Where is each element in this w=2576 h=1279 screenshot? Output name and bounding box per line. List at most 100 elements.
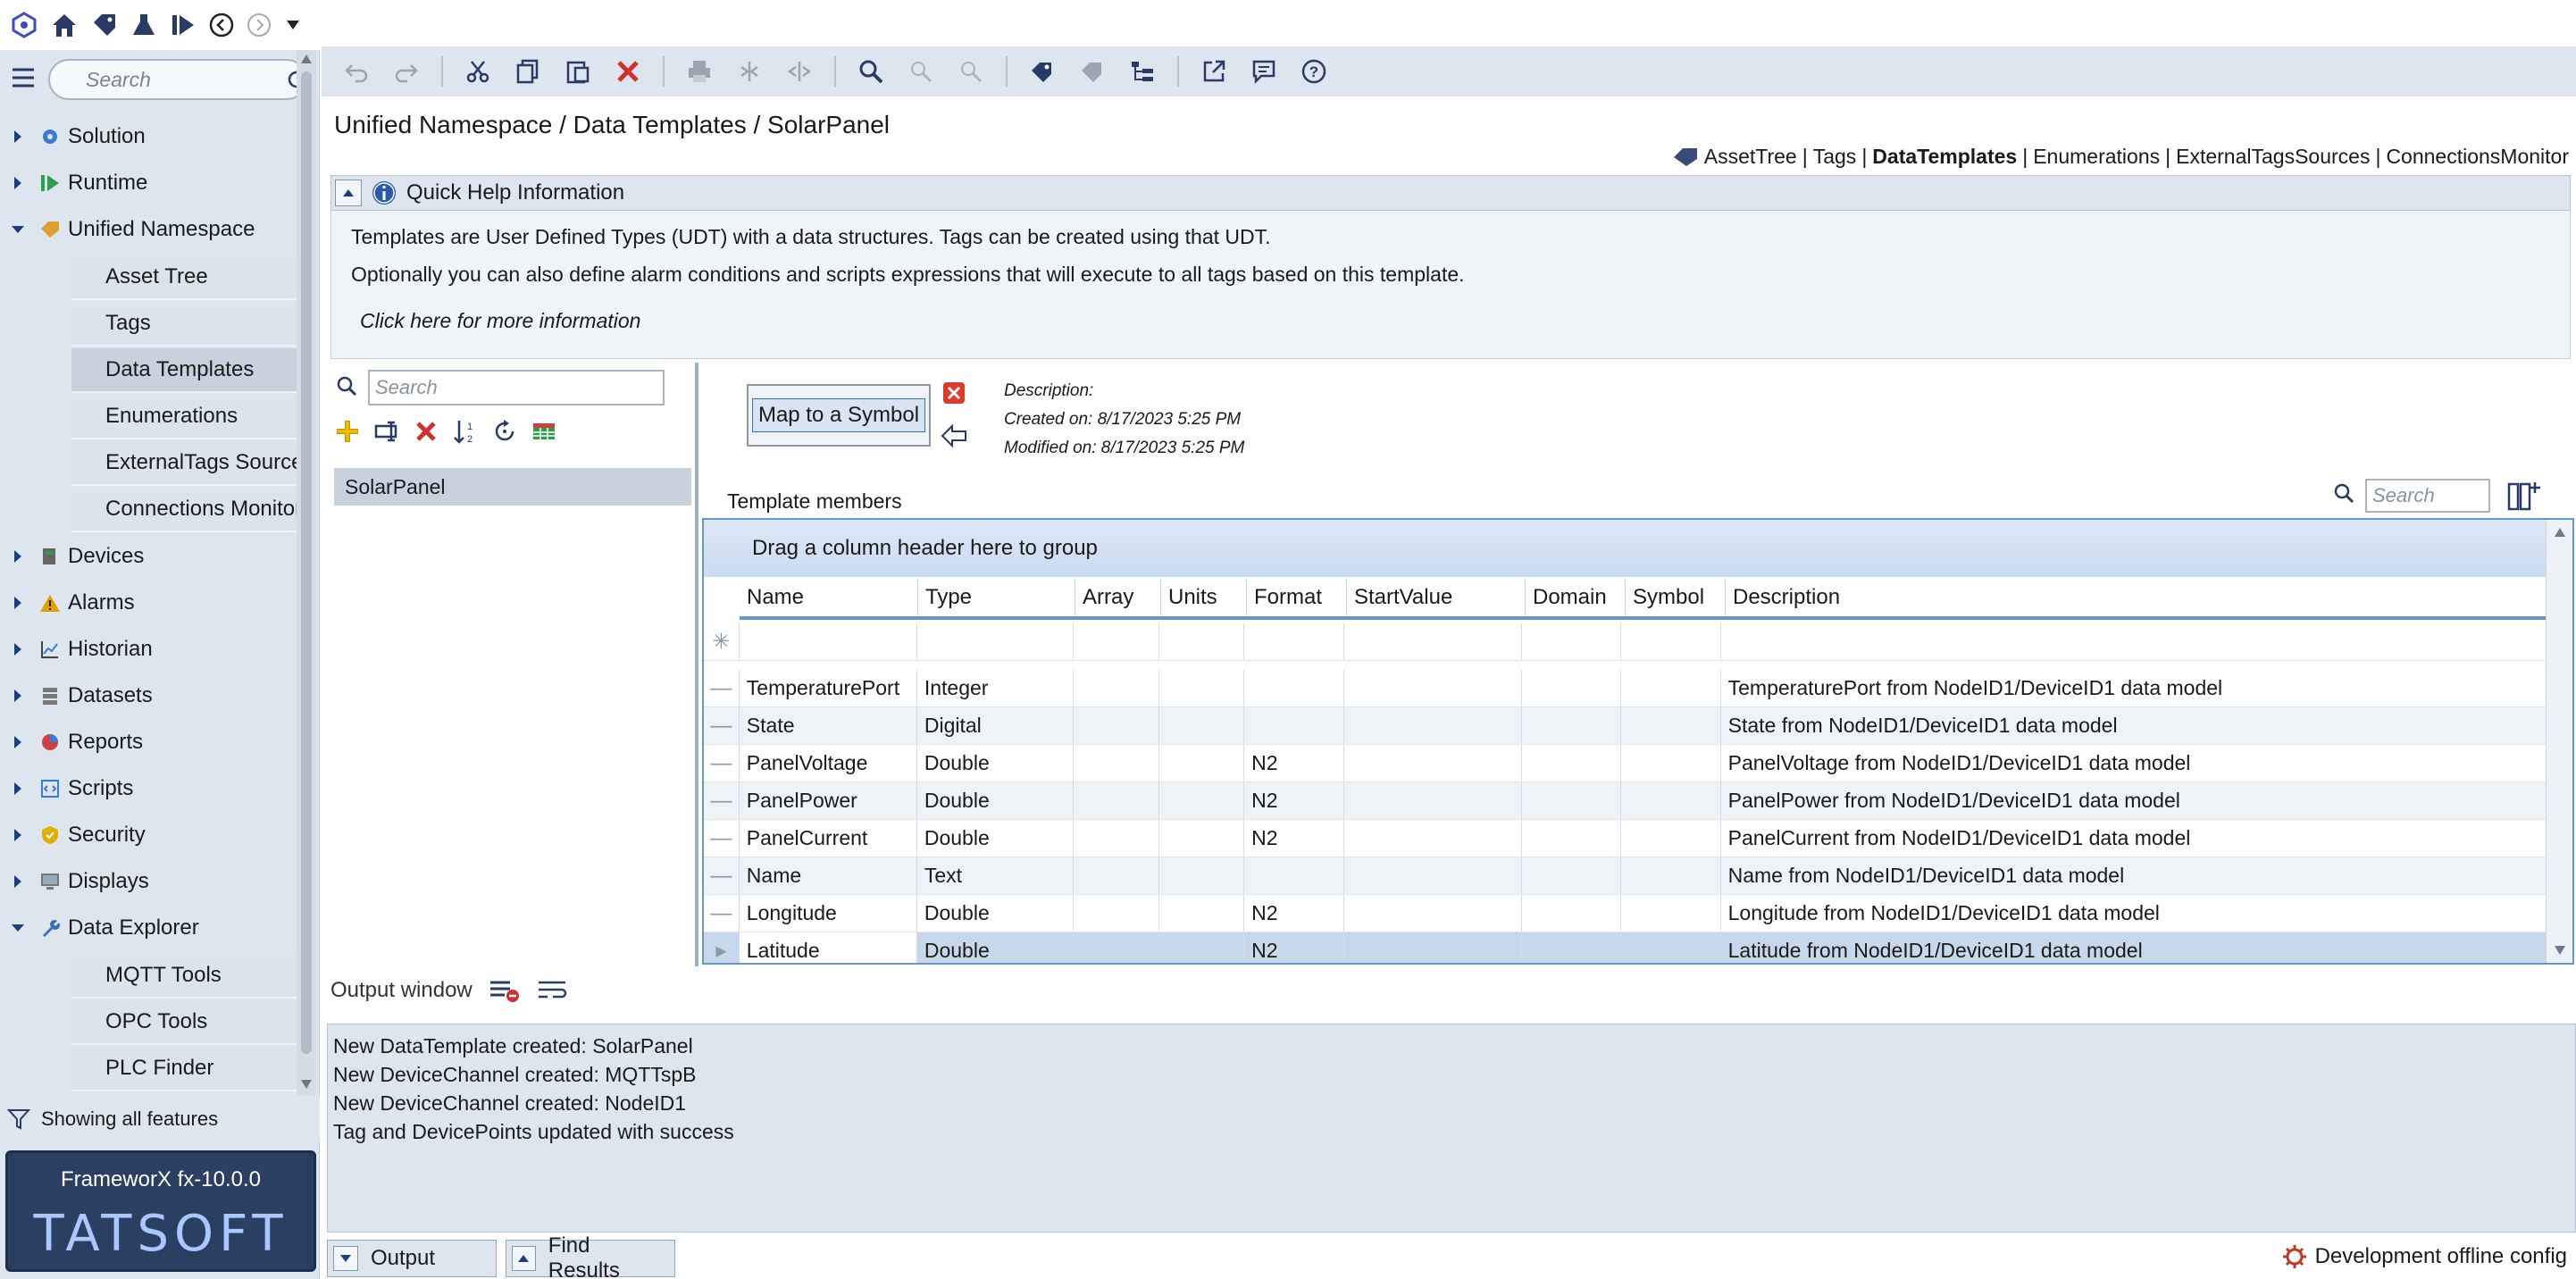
grid-cell-symbol[interactable] — [1621, 782, 1721, 819]
import-export-icon[interactable] — [531, 418, 557, 445]
map-to-symbol-button[interactable]: Map to a Symbol — [747, 384, 931, 447]
expand-arrow-icon[interactable] — [5, 130, 30, 144]
grid-cell-format[interactable]: N2 — [1244, 895, 1344, 932]
history-dropdown-icon[interactable] — [284, 16, 302, 34]
help-icon[interactable]: ? — [1295, 53, 1333, 90]
column-header-startvalue[interactable]: StartValue — [1347, 579, 1526, 616]
grid-cell-units[interactable] — [1159, 745, 1245, 782]
grid-cell-array[interactable] — [1074, 895, 1159, 932]
grid-cell-format[interactable] — [1244, 857, 1344, 894]
expand-arrow-icon[interactable] — [5, 828, 30, 842]
grid-cell-format[interactable] — [1244, 670, 1344, 706]
grid-cell[interactable] — [1522, 623, 1622, 660]
grid-cell-symbol[interactable] — [1621, 745, 1721, 782]
row-header[interactable]: — — [704, 895, 740, 932]
play-icon[interactable] — [170, 12, 197, 38]
find-user-icon[interactable] — [902, 53, 940, 90]
grid-cell-symbol[interactable] — [1621, 707, 1721, 744]
nav-item-alarms[interactable]: Alarms — [0, 580, 297, 626]
grid-cell-array[interactable] — [1074, 820, 1159, 857]
refresh-icon[interactable] — [491, 418, 518, 445]
back-icon[interactable] — [209, 13, 234, 38]
tag-add-icon[interactable] — [1024, 53, 1061, 90]
home-icon[interactable] — [50, 12, 79, 38]
nav-item-solution[interactable]: Solution — [0, 113, 297, 160]
grid-cell-type[interactable]: Digital — [917, 707, 1074, 744]
table-row[interactable]: ▸ Latitude Double N2 Latitude from NodeID1/D… — [704, 932, 2547, 963]
grid-cell-symbol[interactable] — [1621, 670, 1721, 706]
scroll-up-arrow-icon[interactable] — [300, 54, 313, 64]
grid-cell-description[interactable]: PanelVoltage from NodeID1/DeviceID1 data… — [1721, 745, 2547, 782]
nav-item-security[interactable]: Security — [0, 812, 297, 858]
add-icon[interactable] — [334, 418, 361, 445]
grid-cell[interactable] — [1344, 623, 1522, 660]
grid-cell-type[interactable]: Integer — [917, 670, 1074, 706]
column-header-symbol[interactable]: Symbol — [1626, 579, 1726, 616]
column-header-array[interactable]: Array — [1075, 579, 1161, 616]
grid-cell-name[interactable]: Name — [740, 857, 917, 894]
nav-search-input[interactable]: Search — [48, 59, 307, 100]
tag-icon[interactable] — [91, 12, 118, 38]
table-row[interactable]: — PanelCurrent Double N2 PanelCurrent from N… — [704, 820, 2547, 857]
nav-item-runtime[interactable]: Runtime — [0, 160, 297, 206]
nav-item-data-explorer[interactable]: Data Explorer — [0, 905, 297, 951]
collapse-arrow-icon[interactable] — [5, 924, 30, 932]
grid-cell-array[interactable] — [1074, 670, 1159, 706]
search-icon[interactable] — [280, 68, 298, 91]
help-more-info-link[interactable]: Click here for more information — [360, 309, 640, 333]
grid-cell-domain[interactable] — [1522, 895, 1622, 932]
tag-remove-icon[interactable] — [1074, 53, 1111, 90]
grid-cell-startvalue[interactable] — [1344, 895, 1522, 932]
scroll-up-arrow-icon[interactable] — [2554, 527, 2566, 538]
grid-cell-domain[interactable] — [1522, 745, 1622, 782]
nav-item-historian[interactable]: Historian — [0, 626, 297, 673]
expand-arrow-icon[interactable] — [5, 549, 30, 564]
table-row[interactable]: — Name Text Name from NodeID1/DeviceID1 dat… — [704, 857, 2547, 895]
tab-find-results[interactable]: Find Results — [506, 1233, 675, 1279]
row-header[interactable]: — — [704, 857, 740, 894]
delete-icon[interactable] — [413, 418, 439, 445]
grid-cell-units[interactable] — [1159, 895, 1245, 932]
grid-cell-domain[interactable] — [1522, 857, 1622, 894]
nav-subitem-opc-tools[interactable]: OPC Tools — [71, 1000, 297, 1045]
group-by-area[interactable]: Drag a column header here to group — [704, 520, 2547, 577]
grid-cell-type[interactable]: Double — [917, 820, 1074, 857]
tree-icon[interactable] — [1124, 53, 1161, 90]
table-row[interactable]: — TemperaturePort Integer TemperaturePort f… — [704, 670, 2547, 707]
grid-scrollbar[interactable] — [2546, 520, 2572, 963]
expand-arrow-icon[interactable] — [5, 782, 30, 796]
link-connectionsmonitor[interactable]: ConnectionsMonitor — [2386, 145, 2569, 169]
grid-cell-startvalue[interactable] — [1344, 820, 1522, 857]
table-row[interactable]: — PanelPower Double N2 PanelPower from NodeI… — [704, 782, 2547, 820]
grid-cell[interactable] — [1621, 623, 1721, 660]
grid-cell-type[interactable]: Double — [917, 782, 1074, 819]
runtime-flask-icon[interactable] — [130, 12, 157, 38]
grid-cell-units[interactable] — [1159, 932, 1245, 963]
remove-symbol-icon[interactable] — [941, 380, 966, 405]
grid-cell-array[interactable] — [1074, 857, 1159, 894]
row-header[interactable]: — — [704, 782, 740, 819]
link-datatemplates[interactable]: DataTemplates — [1872, 145, 2017, 169]
grid-cell[interactable] — [740, 623, 917, 660]
expand-arrow-icon[interactable] — [5, 874, 30, 889]
grid-cell-symbol[interactable] — [1621, 932, 1721, 963]
find-next-icon[interactable] — [952, 53, 990, 90]
print-icon[interactable] — [681, 53, 718, 90]
grid-cell-format[interactable]: N2 — [1244, 820, 1344, 857]
table-row[interactable]: — Longitude Double N2 Longitude from NodeID1… — [704, 895, 2547, 932]
grid-cell-description[interactable]: PanelPower from NodeID1/DeviceID1 data m… — [1721, 782, 2547, 819]
nav-item-unified-namespace[interactable]: Unified Namespace — [0, 206, 297, 253]
collapse-arrow-icon[interactable] — [5, 225, 30, 234]
link-enumerations[interactable]: Enumerations — [2033, 145, 2160, 169]
grid-cell-units[interactable] — [1159, 820, 1245, 857]
grid-cell-symbol[interactable] — [1621, 895, 1721, 932]
export-icon[interactable] — [781, 53, 818, 90]
grid-cell-format[interactable]: N2 — [1244, 932, 1344, 963]
copy-icon[interactable] — [509, 53, 547, 90]
grid-cell-startvalue[interactable] — [1344, 745, 1522, 782]
nav-subitem-plc-finder[interactable]: PLC Finder — [71, 1047, 297, 1091]
grid-cell-units[interactable] — [1159, 857, 1245, 894]
tab-output[interactable]: Output — [327, 1240, 497, 1277]
scroll-down-arrow-icon[interactable] — [2554, 945, 2566, 956]
nav-subitem-enumerations[interactable]: Enumerations — [71, 395, 297, 439]
